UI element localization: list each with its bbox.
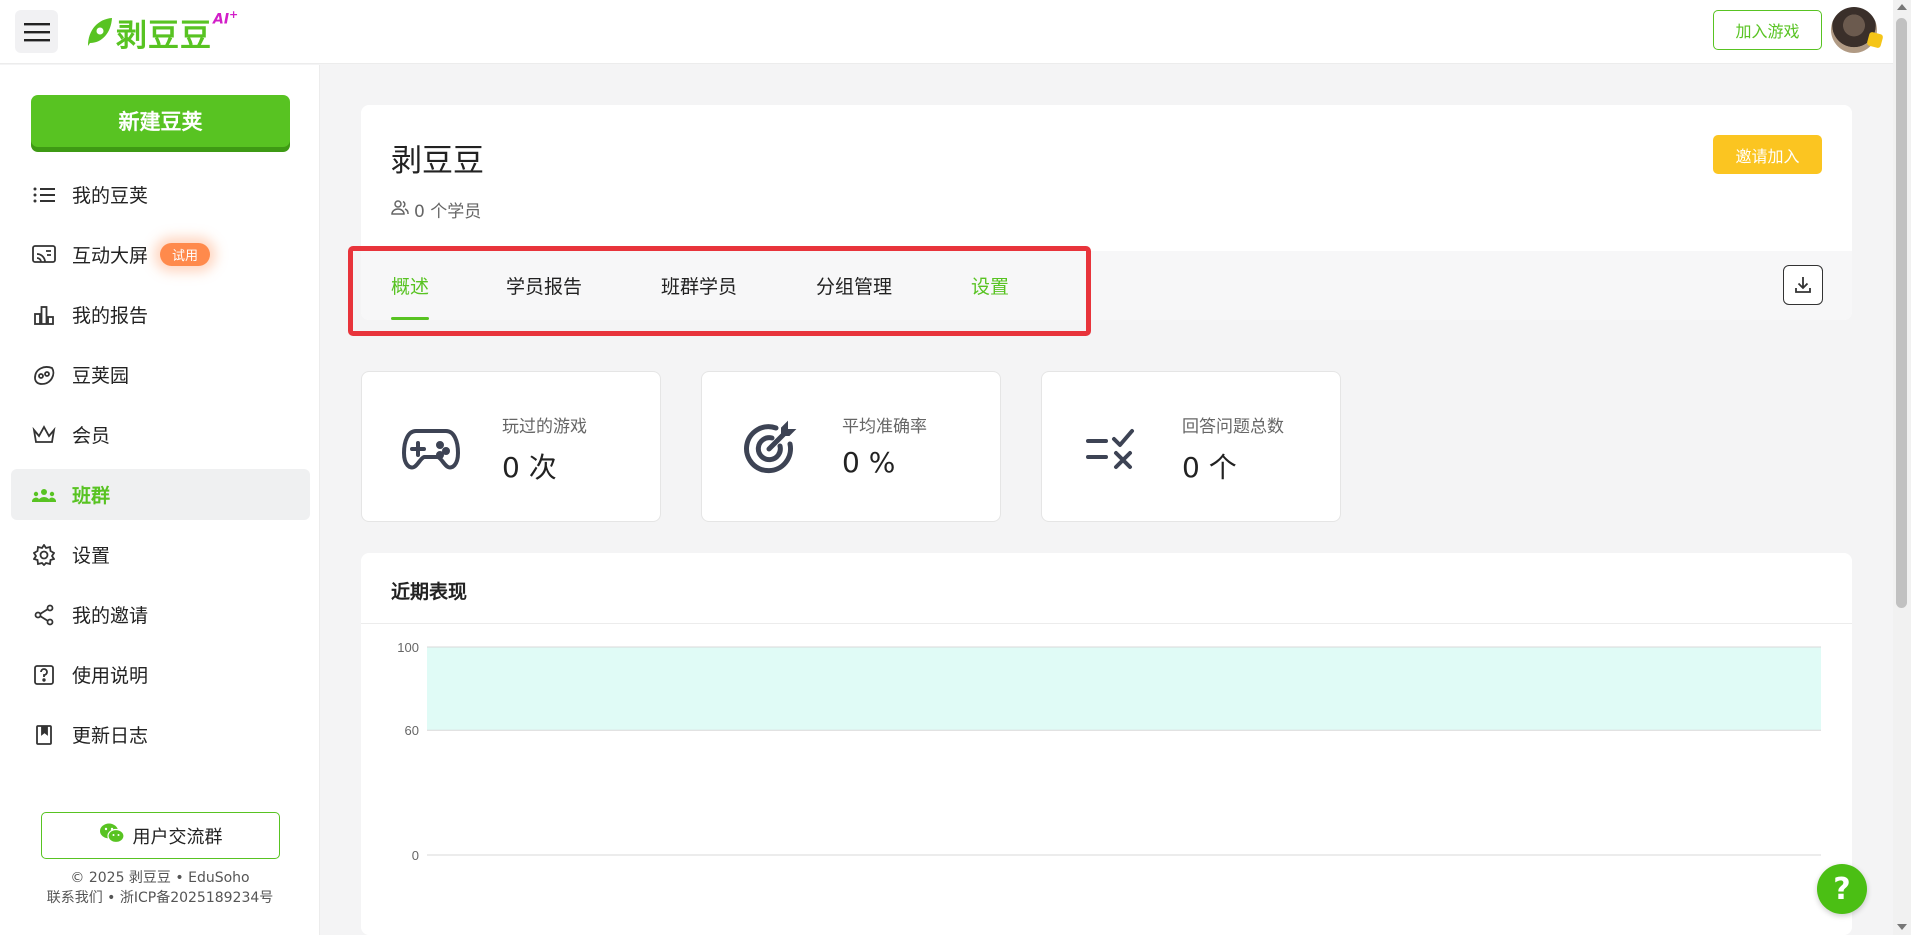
target-band (427, 647, 1821, 731)
cast-screen-icon (31, 242, 57, 268)
sidebar-item-class-group[interactable]: 班群 (11, 469, 310, 520)
sidebar-item-label: 豆荚园 (72, 365, 130, 387)
contact-line[interactable]: 联系我们 • 浙ICP备2025189234号 (0, 888, 320, 908)
stat-value: 0 个 (1182, 451, 1237, 484)
sidebar-item-label: 我的报告 (72, 305, 149, 327)
copyright: © 2025 剥豆豆 • EduSoho 联系我们 • 浙ICP备2025189… (0, 868, 320, 908)
leaf-logo-icon (88, 18, 112, 46)
logo-ai-badge: AI+ (213, 8, 239, 28)
sidebar-item-instructions[interactable]: 使用说明 (11, 649, 310, 700)
book-icon (31, 722, 57, 748)
logo[interactable]: 剥豆豆 AI+ (84, 8, 238, 54)
wechat-icon (99, 822, 125, 849)
copyright-line: © 2025 剥豆豆 • EduSoho (70, 870, 250, 886)
join-game-button[interactable]: 加入游戏 (1713, 10, 1822, 50)
download-icon (1795, 277, 1811, 293)
stat-card-games: 玩过的游戏 0 次 (361, 371, 661, 522)
sidebar-nav: 我的豆荚 互动大屏 试用 我的报告 豆荚园 会员 班群 设置 我的邀请 使用说明… (11, 169, 310, 769)
sidebar-item-label: 更新日志 (72, 725, 149, 747)
bar-chart-icon (31, 302, 57, 328)
gamepad-icon (402, 420, 460, 478)
help-box-icon (31, 662, 57, 688)
performance-chart: 100 60 0 (397, 640, 1821, 863)
sidebar: 新建豆荚 我的豆荚 互动大屏 试用 我的报告 豆荚园 会员 班群 设置 我的邀请… (0, 65, 320, 935)
sidebar-item-label: 互动大屏 (72, 245, 149, 267)
user-group-button[interactable]: 用户交流群 (41, 812, 280, 859)
y-tick-label: 0 (412, 848, 419, 863)
stat-label: 平均准确率 (842, 417, 927, 437)
stat-value: 0 % (842, 446, 896, 479)
chart-title: 近期表现 (391, 581, 468, 603)
user-group-label: 用户交流群 (132, 826, 223, 848)
stat-card-accuracy: 平均准确率 0 % (701, 371, 1001, 522)
y-tick-label: 100 (397, 640, 419, 655)
menu-icon[interactable] (15, 10, 58, 53)
y-tick-label: 60 (405, 723, 419, 738)
new-pod-button[interactable]: 新建豆荚 (31, 95, 290, 147)
sidebar-item-changelog[interactable]: 更新日志 (11, 709, 310, 760)
list-icon (31, 182, 57, 208)
page-title: 剥豆豆 (391, 143, 484, 179)
sidebar-item-label: 我的邀请 (72, 605, 149, 627)
logo-text: 剥豆豆 (116, 17, 212, 54)
scroll-down-arrow-icon[interactable] (1897, 924, 1907, 930)
scroll-up-arrow-icon[interactable] (1897, 4, 1907, 10)
stat-label: 玩过的游戏 (502, 417, 587, 437)
sidebar-item-big-screen[interactable]: 互动大屏 试用 (11, 229, 310, 280)
sidebar-item-label: 班群 (72, 485, 111, 507)
stat-label: 回答问题总数 (1182, 417, 1284, 437)
sidebar-item-reports[interactable]: 我的报告 (11, 289, 310, 340)
sidebar-item-invites[interactable]: 我的邀请 (11, 589, 310, 640)
pea-icon (31, 362, 57, 388)
crown-icon (31, 422, 57, 448)
checklist-icon (1082, 420, 1140, 478)
sidebar-item-label: 我的豆荚 (72, 185, 149, 207)
stat-value: 0 次 (502, 451, 557, 484)
student-count-text: 0 个学员 (414, 202, 482, 222)
sidebar-item-my-pods[interactable]: 我的豆荚 (11, 169, 310, 220)
highlight-annotation-box (348, 246, 1091, 336)
sidebar-item-label: 设置 (72, 545, 111, 567)
recent-performance-card: 近期表现 100 60 0 (361, 553, 1852, 935)
sidebar-item-settings[interactable]: 设置 (11, 529, 310, 580)
download-button[interactable] (1783, 265, 1823, 305)
student-count: 0 个学员 (391, 197, 481, 222)
invite-button[interactable]: 邀请加入 (1713, 135, 1822, 174)
group-icon (31, 482, 57, 508)
sidebar-item-pea-garden[interactable]: 豆荚园 (11, 349, 310, 400)
help-button[interactable]: ? (1817, 864, 1867, 914)
sidebar-item-label: 使用说明 (72, 665, 149, 687)
sidebar-item-label: 会员 (72, 425, 111, 447)
share-icon (31, 602, 57, 628)
target-icon (742, 420, 800, 478)
scrollbar-thumb[interactable] (1896, 18, 1907, 608)
gear-icon (31, 542, 57, 568)
stat-card-answers: 回答问题总数 0 个 (1041, 371, 1341, 522)
users-icon (391, 199, 409, 220)
trial-badge: 试用 (160, 243, 211, 266)
top-bar: 剥豆豆 AI+ 加入游戏 (0, 0, 1893, 64)
sidebar-item-membership[interactable]: 会员 (11, 409, 310, 460)
